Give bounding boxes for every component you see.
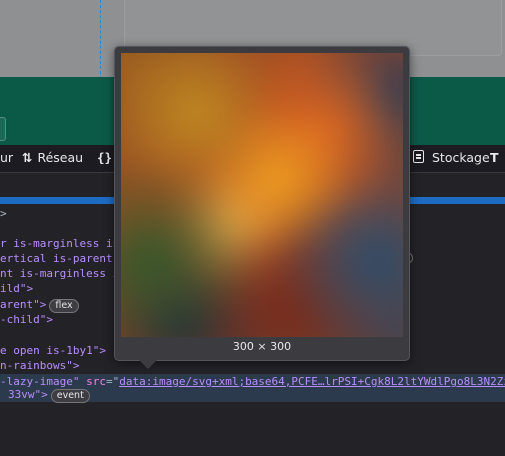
markup-line[interactable]: ertical is-parent i [0,251,126,266]
tab-network-label: Réseau [37,150,84,165]
tab-style-editor[interactable]: {} [97,150,112,165]
markup-line[interactable]: r is-marginless is- [0,236,126,251]
image-preview-tooltip: 300 × 300 [114,46,410,369]
flex-badge[interactable]: flex [49,299,79,313]
event-badge[interactable]: event [50,389,90,403]
page-edge-button[interactable] [0,117,6,141]
tab-network[interactable]: ⇅ Réseau [22,150,83,165]
markup-line[interactable]: -child"> [0,312,53,327]
markup-line[interactable]: arent"> flex [0,297,79,313]
markup-line[interactable]: nt is-marginless is [0,266,126,281]
image-dimensions: 300 × 300 [232,340,292,353]
markup-line-selected[interactable]: 33vw"> event [0,387,90,403]
image-src-link[interactable]: data:image/svg+xml;base64,PCFE…lrPSI+Cgk… [119,375,505,388]
tab-inspector-partial[interactable]: ur [0,150,13,165]
markup-line[interactable]: n-rainbows"> [0,358,79,373]
tab-storage[interactable]: Stockage [413,150,490,165]
tab-overflow-partial[interactable]: T [490,150,499,165]
image-preview [121,53,403,337]
network-arrows-icon: ⇅ [22,150,33,165]
tab-storage-label: Stockage [432,150,490,165]
markup-line[interactable]: > [0,206,7,221]
markup-line[interactable]: ild"> [0,281,33,296]
markup-line[interactable]: e open is-1by1"> [0,343,106,358]
storage-icon [413,150,424,163]
